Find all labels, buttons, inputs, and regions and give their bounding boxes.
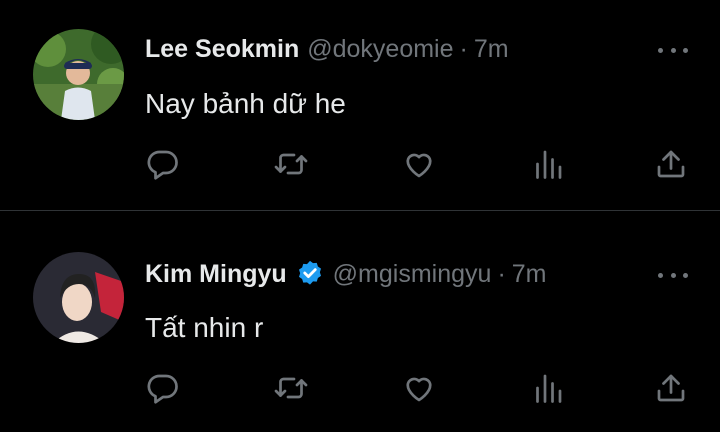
avatar[interactable] xyxy=(33,252,124,343)
timestamp[interactable]: 7m xyxy=(474,35,509,64)
more-options-icon[interactable] xyxy=(658,265,688,285)
reply-icon[interactable] xyxy=(145,146,181,182)
tweet[interactable]: Kim Mingyu @mgismingyu · 7m Tất nhin r xyxy=(0,212,720,432)
share-icon[interactable] xyxy=(653,370,689,406)
tweet-actions xyxy=(145,146,690,182)
retweet-icon[interactable] xyxy=(273,370,309,406)
like-icon[interactable] xyxy=(401,370,437,406)
more-options-icon[interactable] xyxy=(658,40,688,60)
tweet-text: Tất nhin r xyxy=(145,312,264,343)
display-name[interactable]: Lee Seokmin xyxy=(145,35,299,64)
user-handle[interactable]: @mgismingyu xyxy=(333,260,492,289)
share-icon[interactable] xyxy=(653,146,689,182)
separator-dot: · xyxy=(459,35,468,63)
verified-badge-icon xyxy=(295,259,325,289)
avatar[interactable] xyxy=(33,29,124,120)
views-icon[interactable] xyxy=(530,146,566,182)
avatar-photo xyxy=(33,29,124,120)
avatar-photo xyxy=(33,252,124,343)
tweet-divider xyxy=(0,210,720,211)
like-icon[interactable] xyxy=(401,146,437,182)
tweet-actions xyxy=(145,370,690,406)
views-icon[interactable] xyxy=(530,370,566,406)
timestamp[interactable]: 7m xyxy=(512,260,547,289)
reply-icon[interactable] xyxy=(145,370,181,406)
tweet[interactable]: Lee Seokmin @dokyeomie · 7m Nay bảnh dữ … xyxy=(0,0,720,210)
user-handle[interactable]: @dokyeomie xyxy=(307,35,453,64)
retweet-icon[interactable] xyxy=(273,146,309,182)
tweet-text: Nay bảnh dữ he xyxy=(145,88,346,119)
display-name[interactable]: Kim Mingyu xyxy=(145,260,287,289)
separator-dot: · xyxy=(497,259,506,288)
